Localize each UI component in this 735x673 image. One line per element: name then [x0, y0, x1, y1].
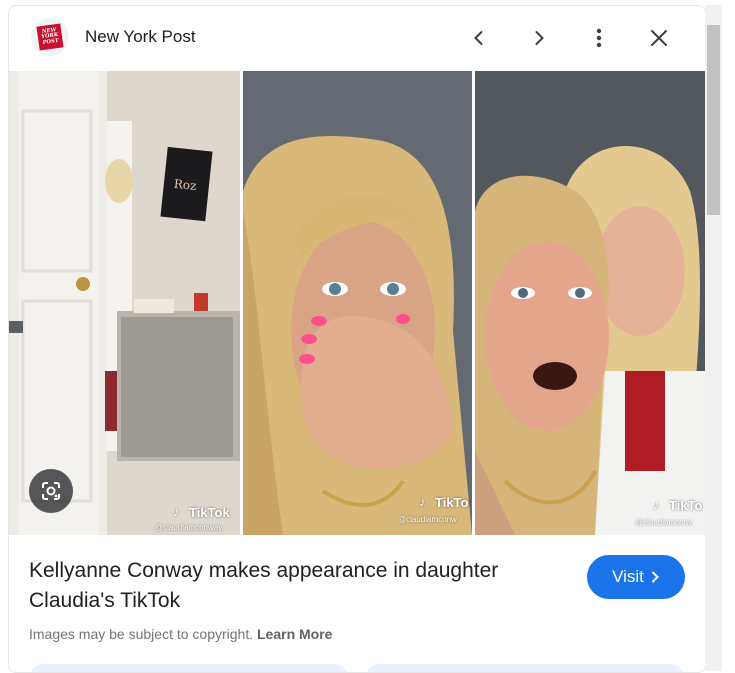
copyright-text: Images may be subject to copyright.	[29, 626, 254, 642]
viewer-header: NEW YORK POST New York Post	[9, 6, 705, 70]
tiktok-watermark: TikTok	[189, 505, 230, 520]
scrollbar[interactable]	[705, 5, 722, 671]
visit-button[interactable]: Visit	[587, 555, 685, 599]
next-button[interactable]	[523, 22, 555, 54]
chevron-right-icon	[651, 571, 659, 583]
doorway-scene-illustration: Roz	[9, 71, 240, 535]
image-panel-surprised: ♪ TikTo @claudiamconw	[243, 71, 472, 535]
new-york-post-logo: NEW YORK POST	[36, 23, 64, 51]
learn-more-link[interactable]: Learn More	[257, 626, 332, 642]
previous-button[interactable]	[463, 22, 495, 54]
tiktok-icon: ♪	[419, 494, 426, 509]
logo-text-line: POST	[42, 37, 60, 46]
tiktok-handle: @claudiamconway	[155, 523, 223, 532]
tiktok-icon: ♪	[173, 504, 180, 519]
tiktok-handle: @claudiamconv	[635, 518, 693, 527]
chevron-left-icon	[474, 31, 483, 45]
source-name[interactable]: New York Post	[85, 27, 196, 47]
visit-button-label: Visit	[612, 567, 644, 586]
result-title[interactable]: Kellyanne Conway makes appearance in dau…	[29, 556, 559, 616]
chevron-right-icon	[535, 31, 544, 45]
source-logo[interactable]: NEW YORK POST	[31, 18, 69, 56]
google-lens-button[interactable]	[29, 469, 73, 513]
lens-icon	[42, 482, 60, 500]
image-panel-doorway: Roz ♪ TikTok @claudiamconway	[9, 71, 240, 535]
tiktok-icon: ♪	[653, 497, 660, 512]
mother-daughter-illustration	[475, 71, 705, 535]
image-viewer-panel: NEW YORK POST New York Post Roz ♪ TikTok…	[8, 5, 706, 673]
surprised-girl-illustration	[243, 71, 472, 535]
close-button[interactable]	[643, 22, 675, 54]
tiktok-handle: @claudiamconw	[398, 515, 457, 524]
tiktok-watermark: TikTo	[435, 495, 469, 510]
svg-text:Roz: Roz	[173, 177, 197, 193]
copyright-notice: Images may be subject to copyright. Lear…	[29, 626, 332, 642]
result-image[interactable]: Roz ♪ TikTok @claudiamconway ♪ TikTo @cl…	[9, 71, 705, 535]
close-icon	[651, 30, 667, 46]
scrollbar-thumb[interactable]	[707, 25, 720, 215]
tiktok-watermark: TikTo	[669, 498, 703, 513]
related-chip[interactable]	[365, 664, 685, 672]
more-options-button[interactable]	[583, 22, 615, 54]
related-chip[interactable]	[29, 664, 349, 672]
image-panel-mother-daughter: ♪ TikTo @claudiamconv	[475, 71, 705, 535]
more-vert-icon	[596, 28, 602, 48]
